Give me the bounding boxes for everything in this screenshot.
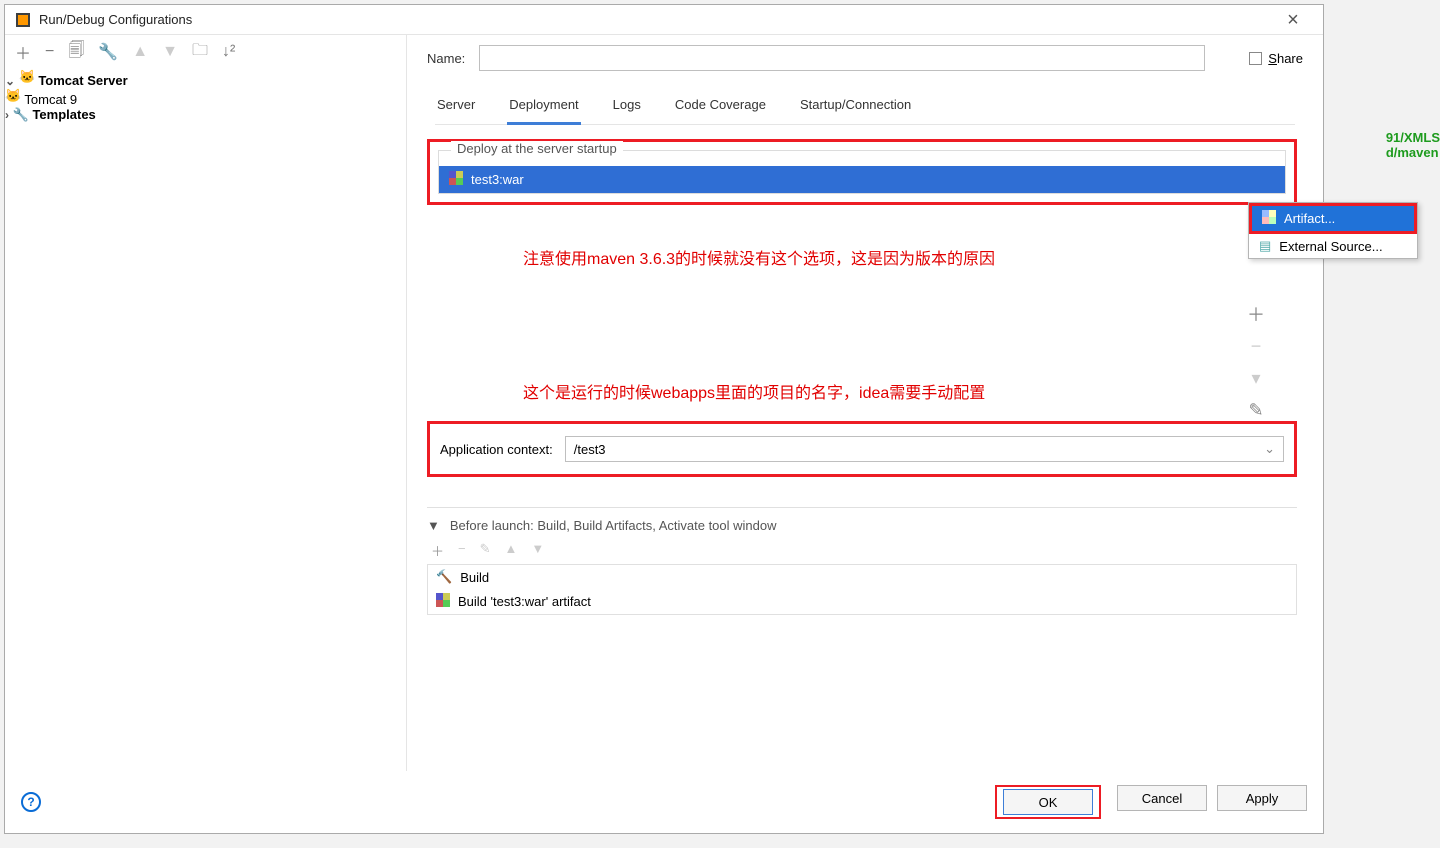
- add-icon[interactable]: ＋: [431, 541, 444, 560]
- config-tree: ⌄ 🐱 Tomcat Server 🐱 Tomcat 9 › 🔧 Templat…: [5, 69, 406, 771]
- copy-icon[interactable]: 🗐: [68, 39, 84, 66]
- add-icon[interactable]: ＋: [1245, 303, 1267, 325]
- appctx-select[interactable]: /test3 ⌄: [565, 436, 1284, 462]
- svg-text:🐱: 🐱: [5, 88, 21, 103]
- titlebar: Run/Debug Configurations ×: [5, 5, 1323, 35]
- hammer-build-icon: 🔨: [436, 569, 452, 585]
- name-input[interactable]: [479, 45, 1205, 71]
- deploy-section: Deploy at the server startup test3:war: [427, 139, 1297, 205]
- annotation-2: 这个是运行的时候webapps里面的项目的名字，idea需要手动配置: [523, 379, 1303, 403]
- before-launch-label: Before launch: Build, Build Artifacts, A…: [450, 518, 777, 533]
- move-up-icon[interactable]: ▲: [132, 43, 148, 61]
- tab-server[interactable]: Server: [435, 91, 477, 125]
- checkbox-icon[interactable]: [1249, 52, 1262, 65]
- before-launch-item[interactable]: 🔨 Build: [428, 565, 1296, 589]
- appctx-value: /test3: [574, 442, 606, 457]
- svg-text:🐱: 🐱: [19, 69, 35, 84]
- edit-icon[interactable]: ✎: [1245, 399, 1267, 421]
- tree-label: Templates: [32, 107, 95, 122]
- chevron-right-icon[interactable]: ›: [5, 108, 9, 122]
- tree-node-tomcat-server[interactable]: ⌄ 🐱 Tomcat Server: [5, 69, 406, 88]
- artifact-icon: [449, 171, 463, 188]
- background-code-fragment: 91/XMLS d/maven: [1386, 130, 1440, 160]
- chevron-down-icon[interactable]: ▼: [427, 518, 440, 533]
- sort-icon[interactable]: ↓²: [222, 43, 235, 61]
- share-checkbox[interactable]: SSharehare: [1249, 51, 1303, 66]
- before-launch-item-label: Build 'test3:war' artifact: [458, 594, 591, 609]
- add-deploy-popup: Artifact... ▤ External Source...: [1248, 202, 1418, 259]
- artifact-icon: [436, 593, 450, 610]
- deploy-side-toolbar: ＋ − ▾ ✎: [1243, 303, 1269, 421]
- chevron-down-icon: ⌄: [1264, 441, 1275, 457]
- popup-item-label: Artifact...: [1284, 211, 1335, 226]
- intellij-icon: [15, 12, 31, 28]
- ok-button[interactable]: OK: [1003, 789, 1093, 815]
- deploy-item-label: test3:war: [471, 172, 524, 187]
- tree-node-tomcat9[interactable]: 🐱 Tomcat 9: [5, 88, 406, 107]
- ok-highlight: OK: [995, 785, 1101, 819]
- share-label: SSharehare: [1268, 51, 1303, 66]
- tab-startup-connection[interactable]: Startup/Connection: [798, 91, 913, 125]
- window-title: Run/Debug Configurations: [39, 12, 1273, 27]
- main-panel: Name: SSharehare Server Deployment Logs …: [407, 35, 1323, 771]
- appctx-label: Application context:: [440, 442, 553, 457]
- before-launch-item[interactable]: Build 'test3:war' artifact: [428, 589, 1296, 614]
- deploy-section-label: Deploy at the server startup: [451, 141, 623, 156]
- edit-icon[interactable]: ✎: [480, 541, 491, 560]
- remove-icon[interactable]: −: [45, 43, 54, 61]
- move-up-icon[interactable]: ▲: [505, 541, 518, 560]
- wrench-icon[interactable]: 🔧: [98, 42, 118, 62]
- popup-item-external-source[interactable]: ▤ External Source...: [1249, 234, 1417, 258]
- tab-deployment[interactable]: Deployment: [507, 91, 580, 125]
- file-icon: ▤: [1259, 238, 1271, 254]
- remove-icon[interactable]: −: [458, 541, 466, 560]
- tabs: Server Deployment Logs Code Coverage Sta…: [435, 91, 1295, 125]
- dialog-footer: ? OK Cancel Apply: [5, 771, 1323, 833]
- wrench-icon: 🔧: [13, 107, 29, 122]
- move-down-icon[interactable]: ▾: [1245, 367, 1267, 389]
- sidebar-toolbar: ＋ − 🗐 🔧 ▲ ▼ 🗀 ↓²: [5, 35, 406, 69]
- deploy-item[interactable]: test3:war: [439, 166, 1285, 193]
- add-icon[interactable]: ＋: [15, 40, 31, 64]
- close-icon[interactable]: ×: [1273, 10, 1313, 30]
- remove-icon[interactable]: −: [1245, 335, 1267, 357]
- move-down-icon[interactable]: ▼: [162, 43, 178, 61]
- popup-item-label: External Source...: [1279, 239, 1382, 254]
- apply-button[interactable]: Apply: [1217, 785, 1307, 811]
- artifact-icon: [1262, 210, 1276, 227]
- tree-node-templates[interactable]: › 🔧 Templates: [5, 107, 406, 123]
- tomcat-icon: 🐱: [19, 73, 35, 88]
- help-icon[interactable]: ?: [21, 792, 41, 812]
- annotation-1: 注意使用maven 3.6.3的时候就没有这个选项，这是因为版本的原因: [523, 245, 1303, 269]
- cancel-button[interactable]: Cancel: [1117, 785, 1207, 811]
- sidebar: ＋ − 🗐 🔧 ▲ ▼ 🗀 ↓² ⌄ 🐱 Tomcat Server 🐱 T: [5, 35, 407, 771]
- tree-label: Tomcat 9: [24, 92, 77, 107]
- tab-code-coverage[interactable]: Code Coverage: [673, 91, 768, 125]
- before-launch-section: ▼ Before launch: Build, Build Artifacts,…: [427, 507, 1297, 615]
- before-launch-item-label: Build: [460, 570, 489, 585]
- run-debug-dialog: Run/Debug Configurations × ＋ − 🗐 🔧 ▲ ▼ 🗀…: [4, 4, 1324, 834]
- tree-label: Tomcat Server: [38, 73, 127, 88]
- move-down-icon[interactable]: ▼: [531, 541, 544, 560]
- application-context-row: Application context: /test3 ⌄: [427, 421, 1297, 477]
- before-launch-toolbar: ＋ − ✎ ▲ ▼: [431, 541, 1297, 560]
- popup-item-artifact[interactable]: Artifact...: [1252, 206, 1414, 231]
- tab-logs[interactable]: Logs: [611, 91, 643, 125]
- folder-icon[interactable]: 🗀: [192, 39, 208, 66]
- name-label: Name:: [427, 51, 465, 66]
- chevron-down-icon[interactable]: ⌄: [5, 74, 15, 88]
- tomcat-icon: 🐱: [5, 92, 21, 107]
